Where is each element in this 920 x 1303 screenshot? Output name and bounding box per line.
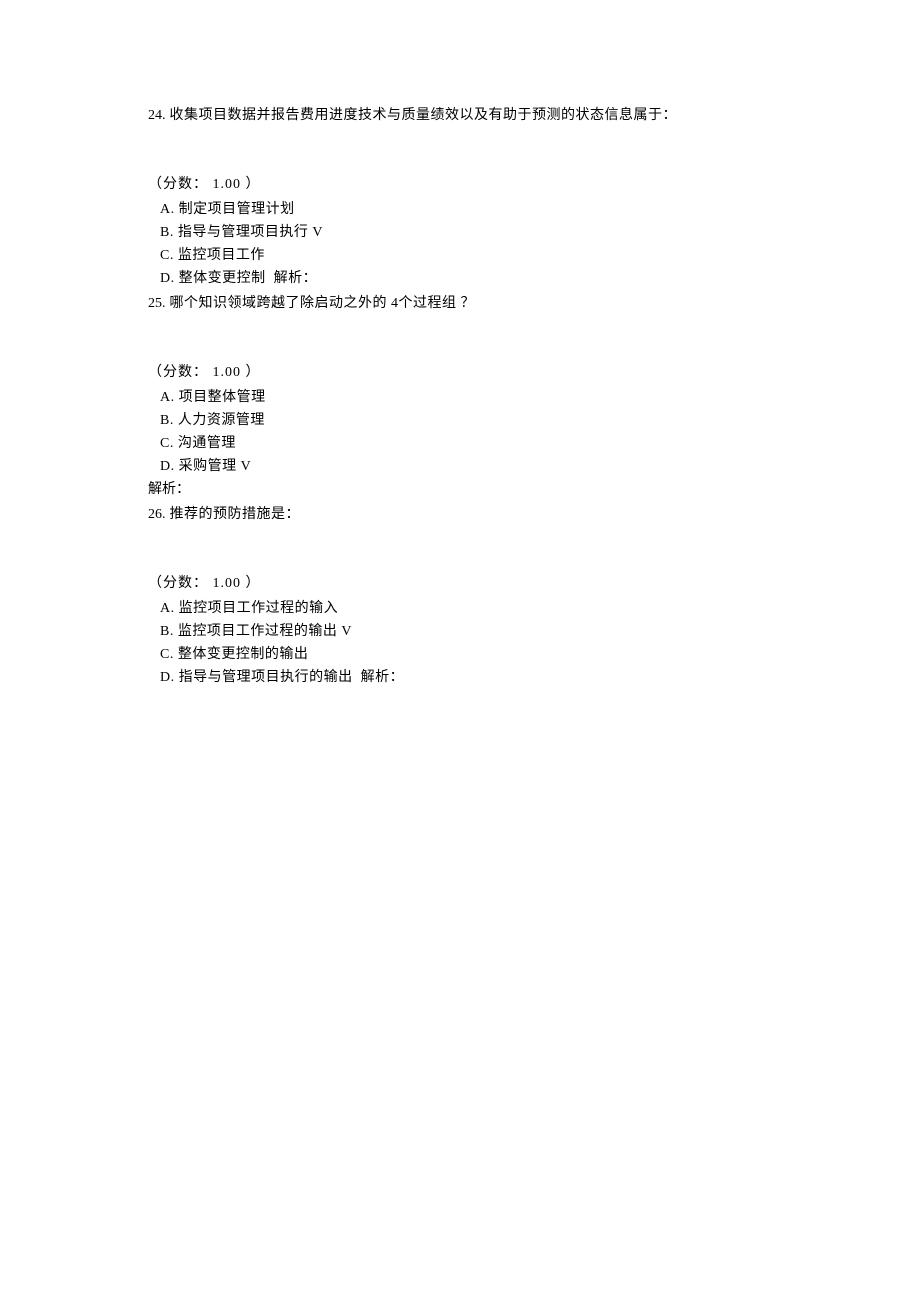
option-a: A. 监控项目工作过程的输入 — [148, 598, 920, 619]
score-suffix: ） — [246, 576, 261, 591]
score-label: （分数： — [148, 365, 208, 380]
score-line: （分数： 1.00 ） — [148, 174, 920, 195]
question-text: 26. 推荐的预防措施是： — [148, 504, 920, 525]
option-text: 指导与管理项目执行 — [178, 225, 309, 240]
score-label: （分数： — [148, 576, 208, 591]
score-value: 1.00 — [213, 365, 242, 380]
score-line: （分数： 1.00 ） — [148, 573, 920, 594]
option-mark: V — [341, 624, 352, 639]
option-letter: A. — [160, 601, 175, 616]
question-number: 24. — [148, 108, 166, 123]
option-text: 人力资源管理 — [178, 413, 265, 428]
option-letter: B. — [160, 413, 174, 428]
option-b: B. 监控项目工作过程的输出 V — [148, 621, 920, 642]
option-mark: V — [241, 459, 252, 474]
question-24: 24. 收集项目数据并报告费用进度技术与质量绩效以及有助于预测的状态信息属于： … — [148, 105, 920, 289]
option-d: D. 整体变更控制 解析： — [148, 268, 920, 289]
option-text: 监控项目工作过程的输出 — [178, 624, 338, 639]
option-d: D. 指导与管理项目执行的输出 解析： — [148, 667, 920, 688]
score-value: 1.00 — [213, 576, 242, 591]
question-stem: 推荐的预防措施是： — [170, 507, 301, 522]
score-value: 1.00 — [213, 177, 242, 192]
option-letter: B. — [160, 624, 174, 639]
option-letter: A. — [160, 202, 175, 217]
score-line: （分数： 1.00 ） — [148, 362, 920, 383]
analysis-label: 解析： — [148, 479, 920, 500]
option-letter: C. — [160, 436, 174, 451]
option-b: B. 指导与管理项目执行 V — [148, 222, 920, 243]
option-text: 整体变更控制的输出 — [178, 647, 309, 662]
question-stem: 哪个知识领域跨越了除启动之外的 4个过程组 ？ — [170, 296, 476, 311]
option-text: 项目整体管理 — [179, 390, 266, 405]
question-text: 25. 哪个知识领域跨越了除启动之外的 4个过程组 ？ — [148, 293, 920, 314]
question-number: 25. — [148, 296, 166, 311]
option-text: 监控项目工作过程的输入 — [179, 601, 339, 616]
option-text: 监控项目工作 — [178, 248, 265, 263]
option-letter: C. — [160, 248, 174, 263]
option-text: 采购管理 — [179, 459, 237, 474]
option-letter: A. — [160, 390, 175, 405]
option-letter: C. — [160, 647, 174, 662]
option-text: 沟通管理 — [178, 436, 236, 451]
option-letter: B. — [160, 225, 174, 240]
score-label: （分数： — [148, 177, 208, 192]
option-c: C. 沟通管理 — [148, 433, 920, 454]
option-c: C. 监控项目工作 — [148, 245, 920, 266]
option-d: D. 采购管理 V — [148, 456, 920, 477]
question-text: 24. 收集项目数据并报告费用进度技术与质量绩效以及有助于预测的状态信息属于： — [148, 105, 920, 126]
option-mark: V — [312, 225, 323, 240]
score-suffix: ） — [246, 177, 261, 192]
option-text: 指导与管理项目执行的输出 — [179, 670, 353, 685]
score-suffix: ） — [246, 365, 261, 380]
option-letter: D. — [160, 670, 175, 685]
question-stem: 收集项目数据并报告费用进度技术与质量绩效以及有助于预测的状态信息属于： — [170, 108, 678, 123]
option-b: B. 人力资源管理 — [148, 410, 920, 431]
option-text: 整体变更控制 — [179, 271, 266, 286]
option-text: 制定项目管理计划 — [179, 202, 295, 217]
question-number: 26. — [148, 507, 166, 522]
option-letter: D. — [160, 271, 175, 286]
option-a: A. 制定项目管理计划 — [148, 199, 920, 220]
option-a: A. 项目整体管理 — [148, 387, 920, 408]
question-26: 26. 推荐的预防措施是： （分数： 1.00 ） A. 监控项目工作过程的输入… — [148, 504, 920, 688]
question-25: 25. 哪个知识领域跨越了除启动之外的 4个过程组 ？ （分数： 1.00 ） … — [148, 293, 920, 500]
analysis-label: 解析： — [361, 670, 405, 685]
option-letter: D. — [160, 459, 175, 474]
analysis-label: 解析： — [274, 271, 318, 286]
option-c: C. 整体变更控制的输出 — [148, 644, 920, 665]
